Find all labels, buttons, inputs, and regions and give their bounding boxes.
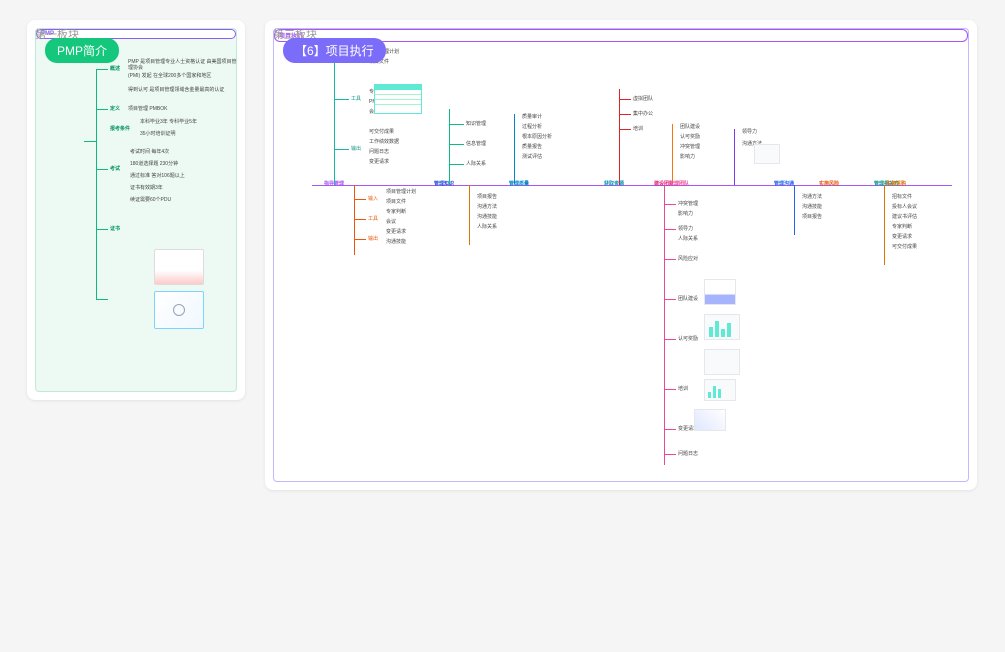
branch-cert: 证书	[110, 226, 120, 232]
chart-thumb-4	[704, 349, 740, 375]
chart-thumb-6	[694, 409, 726, 431]
cert-image-2	[154, 291, 204, 329]
tag-exec: 【6】项目执行	[283, 38, 386, 63]
chart-thumb-3	[704, 314, 740, 340]
branch-def: 定义	[110, 106, 120, 112]
branch-exam: 考试	[110, 166, 120, 172]
tag-pmp: PMP简介	[45, 38, 119, 63]
mindmap-left: PMP 概述 PMP 是项目管理专业人士资格认证 由美国项目管理协会 (PMI)…	[35, 28, 237, 392]
card-project-exec[interactable]: 第三板块 【6】项目执行 项目执行 指导管理 管理知识 获取资源 建设团队 管理…	[265, 20, 977, 490]
mindmap-right: 项目执行 指导管理 管理知识 获取资源 建设团队 管理沟通 实施风险 管理相关方…	[273, 28, 969, 482]
chart-thumb-5	[704, 379, 736, 401]
cert-image-1	[154, 249, 204, 285]
table-thumb	[374, 84, 422, 114]
chart-thumb-2	[704, 279, 736, 305]
chart-thumb-1	[754, 144, 780, 164]
branch-req: 报考条件	[110, 126, 130, 132]
card-pmp-intro[interactable]: 第一板块 PMP简介 PMP 概述 PMP 是项目管理专业人士资格认证 由美国项…	[27, 20, 245, 400]
branch-overview: 概述	[110, 66, 120, 72]
